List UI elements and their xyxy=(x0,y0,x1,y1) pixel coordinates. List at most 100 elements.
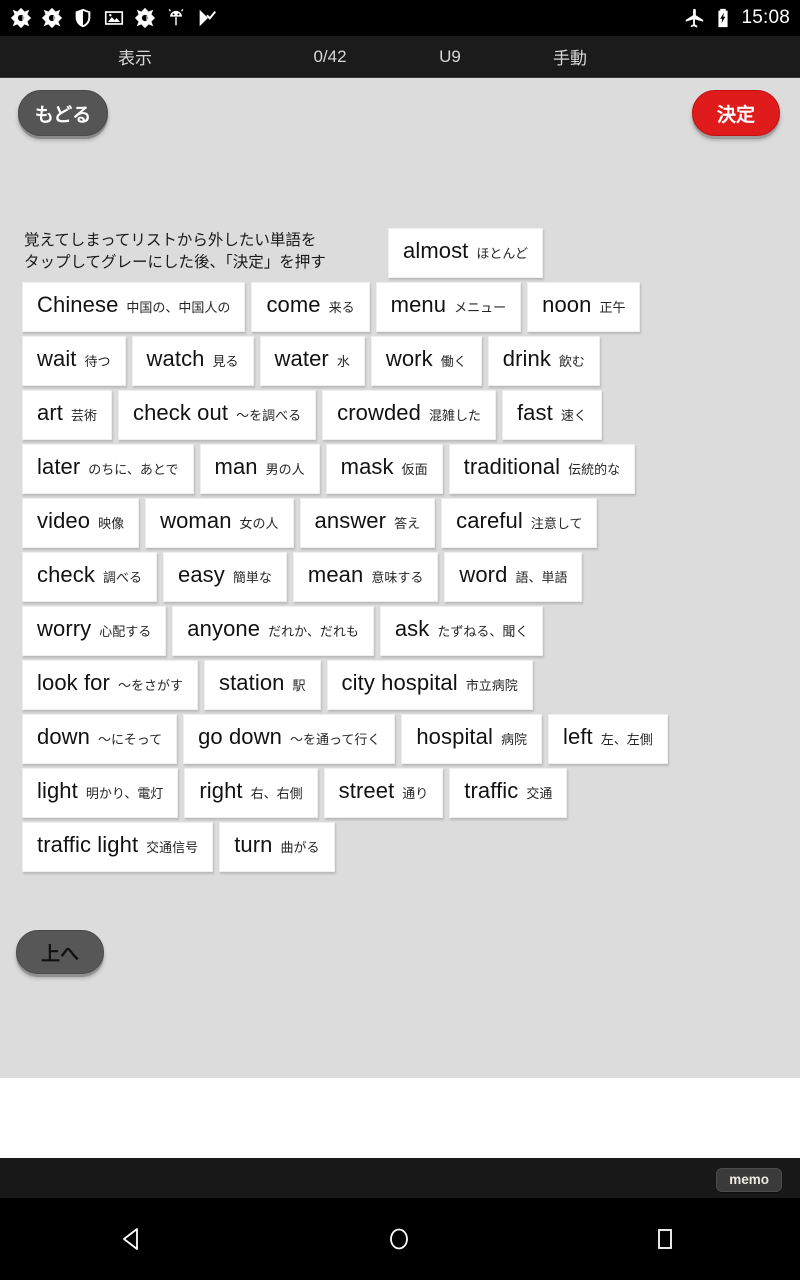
word-japanese: 曲がる xyxy=(280,840,320,855)
word-japanese: 語、単語 xyxy=(515,570,568,585)
appbar-display-label[interactable]: 表示 xyxy=(0,44,270,69)
word-card[interactable]: answer 答え xyxy=(299,498,436,548)
word-card[interactable]: go down 〜を通って行く xyxy=(183,714,396,764)
word-card[interactable]: anyone だれか、だれも xyxy=(172,606,374,656)
word-card[interactable]: word 語、単語 xyxy=(444,552,583,602)
word-card[interactable]: mask 仮面 xyxy=(325,444,443,494)
word-card[interactable]: street 通り xyxy=(323,768,444,818)
word-card[interactable]: crowded 混雑した xyxy=(322,390,496,440)
word-card[interactable]: woman 女の人 xyxy=(145,498,294,548)
word-card[interactable]: turn 曲がる xyxy=(219,822,335,872)
shield-icon xyxy=(75,8,91,28)
word-card[interactable]: man 男の人 xyxy=(199,444,320,494)
word-card[interactable]: video 映像 xyxy=(22,498,140,548)
word-card[interactable]: traditional 伝統的な xyxy=(448,444,636,494)
word-card[interactable]: traffic light 交通信号 xyxy=(22,822,214,872)
word-card-row: video 映像 woman 女の人 answer 答え careful 注意して xyxy=(22,498,782,552)
word-japanese: 来る xyxy=(328,300,355,315)
word-english: work xyxy=(385,346,433,371)
word-japanese: 水 xyxy=(336,354,350,369)
word-english: mean xyxy=(307,562,364,587)
word-card[interactable]: fast 速く xyxy=(501,390,602,440)
word-card[interactable]: mean 意味する xyxy=(292,552,439,602)
word-english: drink xyxy=(502,346,551,371)
word-japanese: 〜にそって xyxy=(98,732,163,747)
word-card[interactable]: careful 注意して xyxy=(441,498,598,548)
word-card[interactable]: check 調べる xyxy=(22,552,157,602)
word-english: traffic xyxy=(464,778,519,803)
word-japanese: 伝統的な xyxy=(568,462,621,477)
back-button[interactable]: もどる xyxy=(18,90,108,136)
word-card[interactable]: ask たずねる、聞く xyxy=(379,606,544,656)
decide-button[interactable]: 決定 xyxy=(692,90,780,136)
word-card[interactable]: drink 飲む xyxy=(487,336,600,386)
word-english: check xyxy=(37,562,95,587)
word-card-row: down 〜にそって go down 〜を通って行く hospital 病院 left 左、左… xyxy=(22,714,782,768)
nav-home-button[interactable] xyxy=(266,1224,532,1254)
word-japanese: 働く xyxy=(440,354,467,369)
word-english: right xyxy=(199,778,243,803)
word-japanese: 答え xyxy=(394,516,421,531)
word-card[interactable]: worry 心配する xyxy=(22,606,167,656)
word-card-row: wait 待つ watch 見る water 水 work 働く drink 飲む xyxy=(22,336,782,390)
word-card[interactable]: work 働く xyxy=(370,336,482,386)
word-english: noon xyxy=(542,292,592,317)
memo-button[interactable]: memo xyxy=(716,1168,782,1192)
word-english: careful xyxy=(456,508,523,533)
appbar-progress-counter[interactable]: 0/42 xyxy=(270,47,390,67)
word-card[interactable]: wait 待つ xyxy=(22,336,126,386)
word-english: later xyxy=(37,454,81,479)
word-card[interactable]: noon 正午 xyxy=(527,282,641,332)
status-system-icons: 15:08 xyxy=(683,0,790,36)
word-card-row: traffic light 交通信号 turn 曲がる xyxy=(22,822,782,876)
android-nav-bar xyxy=(0,1198,800,1280)
word-card[interactable]: left 左、左側 xyxy=(548,714,668,764)
word-english: check out xyxy=(133,400,229,425)
word-english: hospital xyxy=(416,724,493,749)
word-card[interactable]: traffic 交通 xyxy=(449,768,568,818)
appbar-mode-label[interactable]: 手動 xyxy=(510,44,630,69)
word-card[interactable]: right 右、右側 xyxy=(184,768,318,818)
word-japanese: 待つ xyxy=(84,354,111,369)
word-english: left xyxy=(563,724,593,749)
word-japanese: 注意して xyxy=(530,516,583,531)
word-card[interactable]: hospital 病院 xyxy=(401,714,542,764)
image-icon xyxy=(104,11,124,25)
word-japanese: 飲む xyxy=(558,354,585,369)
checkmark-flag-icon xyxy=(199,9,217,27)
word-japanese: 見る xyxy=(212,354,239,369)
word-card[interactable]: check out 〜を調べる xyxy=(118,390,317,440)
word-japanese: 調べる xyxy=(102,570,142,585)
word-japanese: 病院 xyxy=(500,732,527,747)
word-japanese: 速く xyxy=(560,408,587,423)
word-card[interactable]: station 駅 xyxy=(203,660,321,710)
appbar-unit-label[interactable]: U9 xyxy=(390,47,510,67)
word-english: down xyxy=(37,724,90,749)
word-english: Chinese xyxy=(37,292,119,317)
word-card[interactable]: almost ほとんど xyxy=(388,228,544,278)
word-card[interactable]: light 明かり、電灯 xyxy=(22,768,179,818)
word-card[interactable]: easy 簡単な xyxy=(163,552,287,602)
word-english: wait xyxy=(37,346,77,371)
word-card[interactable]: menu メニュー xyxy=(375,282,522,332)
word-card[interactable]: down 〜にそって xyxy=(22,714,178,764)
word-card-row: light 明かり、電灯 right 右、右側 street 通り traffic 交通 xyxy=(22,768,782,822)
word-card-row: later のちに、あとで man 男の人 mask 仮面 traditional 伝統的な xyxy=(22,444,782,498)
status-notification-icons xyxy=(10,7,218,29)
word-card[interactable]: later のちに、あとで xyxy=(22,444,194,494)
word-card[interactable]: look for 〜をさがす xyxy=(22,660,198,710)
word-english: crowded xyxy=(337,400,421,425)
word-card[interactable]: Chinese 中国の、中国人の xyxy=(22,282,246,332)
word-english: menu xyxy=(390,292,447,317)
word-japanese: たずねる、聞く xyxy=(437,624,529,639)
nav-back-button[interactable] xyxy=(0,1224,266,1254)
scroll-up-button[interactable]: 上へ xyxy=(16,930,104,974)
word-english: station xyxy=(218,670,285,695)
word-card[interactable]: come 来る xyxy=(251,282,370,332)
nav-recents-button[interactable] xyxy=(532,1224,798,1254)
word-card[interactable]: water 水 xyxy=(259,336,365,386)
blank-white-area xyxy=(0,1078,800,1158)
word-card[interactable]: watch 見る xyxy=(131,336,254,386)
word-card[interactable]: art 芸術 xyxy=(22,390,112,440)
word-card[interactable]: city hospital 市立病院 xyxy=(326,660,533,710)
